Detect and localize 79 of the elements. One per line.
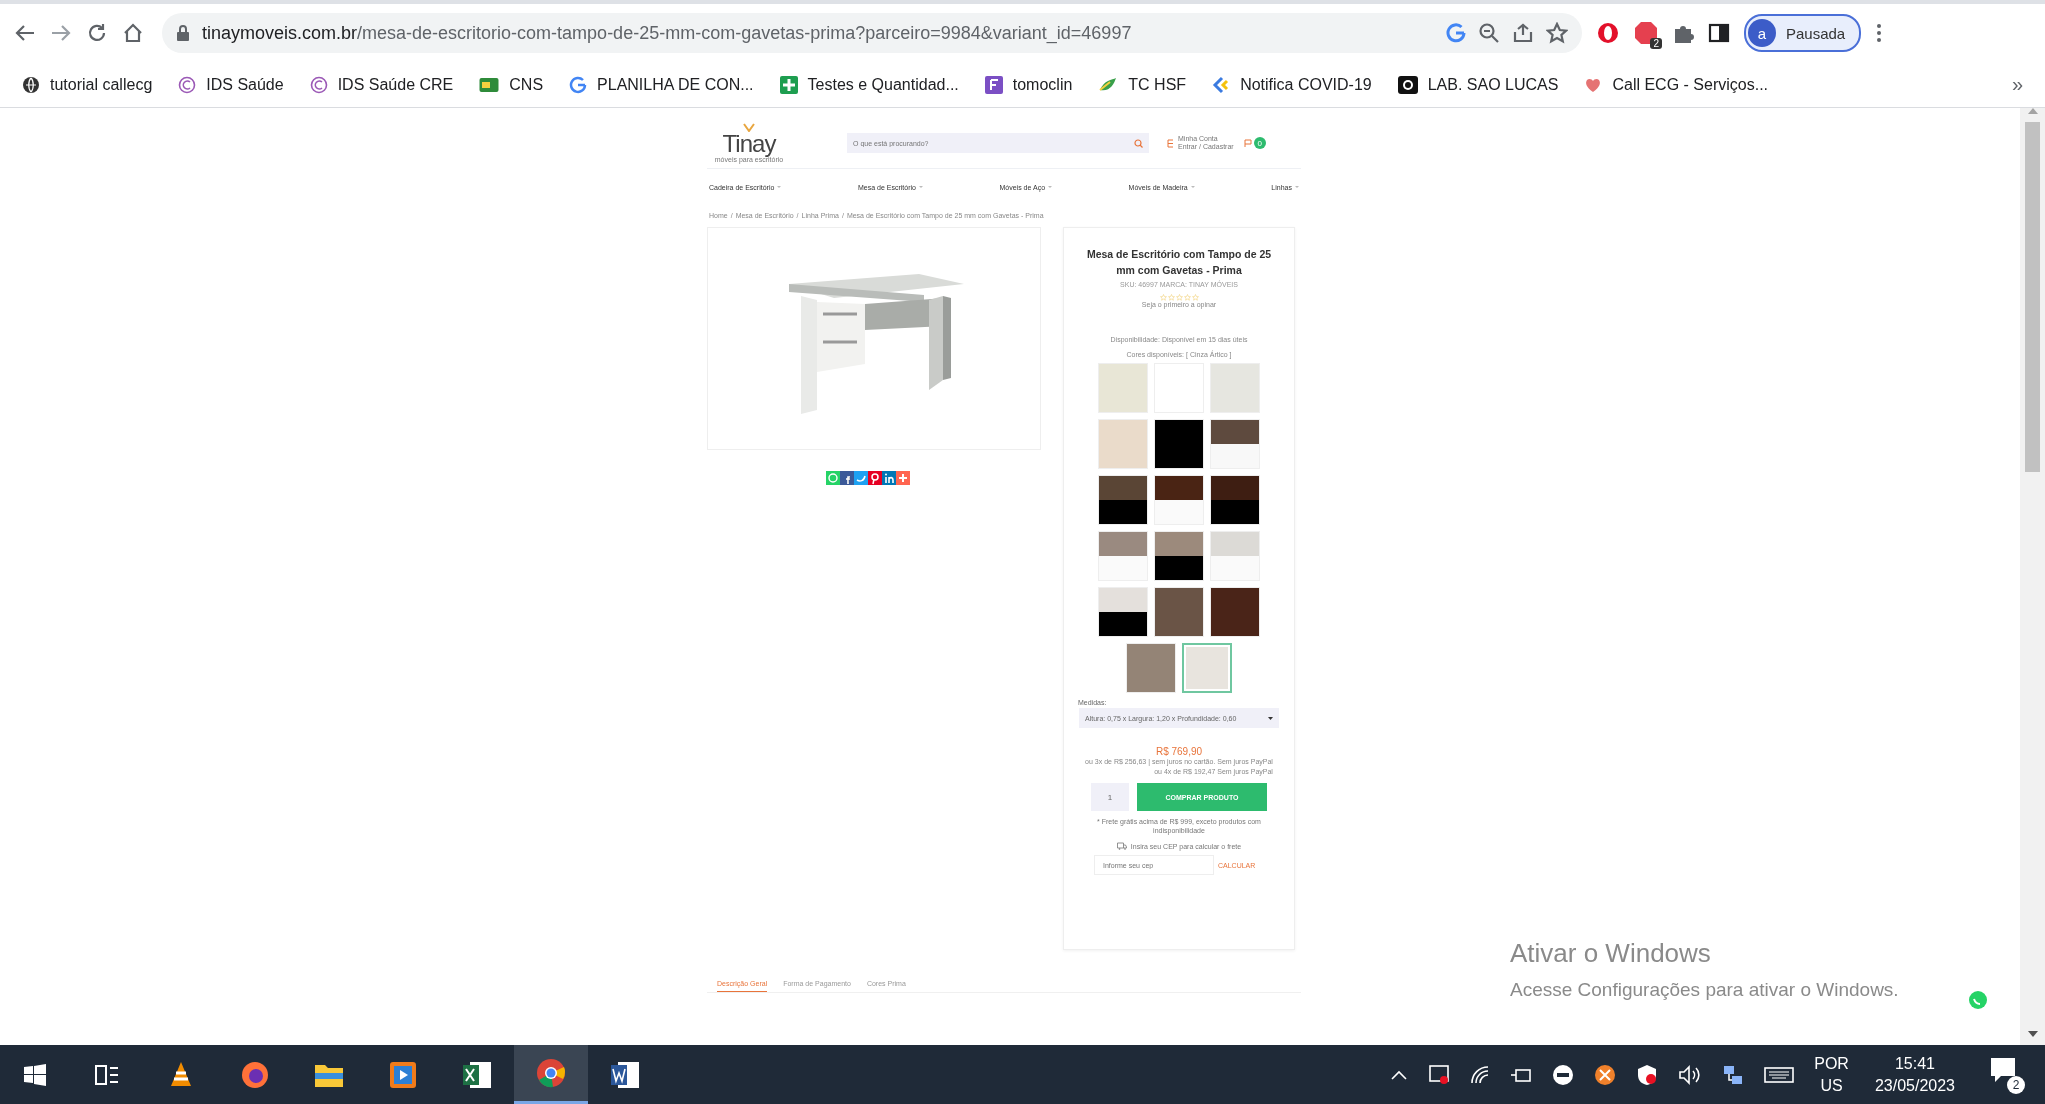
plus-icon[interactable] — [896, 471, 910, 485]
caret-icon — [1294, 186, 1299, 188]
chevron-up-icon[interactable] — [1390, 1068, 1409, 1081]
bookmark-link[interactable]: CNS — [479, 75, 544, 94]
language-indicator[interactable]: POR US — [1814, 1052, 1849, 1097]
bookmark-link[interactable]: Call ECG - Serviços... — [1584, 75, 1769, 94]
notifications-button[interactable]: 2 — [1989, 1055, 2025, 1094]
reload-icon[interactable] — [86, 22, 108, 44]
caret-icon — [1190, 186, 1195, 188]
linkedin-icon[interactable] — [882, 471, 896, 485]
screen-icon[interactable] — [1428, 1063, 1451, 1086]
caret-icon — [1268, 716, 1273, 720]
bookmark-link[interactable]: Testes e Quantidad... — [779, 75, 959, 94]
plus-icon — [779, 75, 798, 94]
pin-icon[interactable] — [868, 471, 882, 485]
globe-icon — [22, 75, 40, 94]
scrollbar[interactable] — [2020, 108, 2045, 1045]
bird-icon[interactable] — [854, 471, 868, 485]
bookmark-link[interactable]: tutorial callecg — [22, 75, 153, 94]
address-bar[interactable]: tinaymoveis.com.br/mesa-de-escritorio-com-tampo-de-25-mm-com-gavetas-prima?parceiro=9984&variant_id=46997 — [162, 13, 1582, 53]
leaf-icon — [1098, 75, 1119, 94]
bookmark-link[interactable]: TC HSF — [1098, 75, 1187, 94]
quantity-field[interactable]: 1 — [1091, 783, 1129, 811]
account-icon — [1167, 138, 1174, 148]
swirl-icon — [309, 75, 328, 94]
google-icon[interactable] — [1446, 23, 1466, 43]
product-title: Mesa de Escritório com Tampo de 25 mm com Gavetas - Prima — [1085, 247, 1273, 278]
facebook-icon[interactable] — [840, 471, 854, 485]
bookmark-link[interactable]: IDS Saúde — [178, 75, 284, 94]
extension-badge: 2 — [1650, 38, 1662, 49]
swirl-icon — [178, 75, 197, 94]
color-swatch[interactable] — [1182, 643, 1232, 693]
camera-icon — [1397, 75, 1418, 94]
square-icon — [984, 75, 1003, 94]
wifi-icon[interactable] — [1470, 1064, 1491, 1085]
scroll-down-icon[interactable] — [2027, 1031, 2038, 1037]
bookmark-link[interactable]: tomoclin — [984, 75, 1073, 94]
sidebar-icon[interactable] — [1708, 22, 1730, 44]
google-icon — [569, 75, 588, 94]
share-icon[interactable] — [1512, 22, 1534, 44]
opera-icon[interactable] — [1596, 21, 1620, 45]
bookmark-link[interactable]: LAB. SAO LUCAS — [1397, 75, 1559, 94]
activation-title: Ativar o Windows — [1510, 938, 1712, 969]
bookmark-link[interactable]: PLANILHA DE CON... — [569, 75, 754, 94]
x-circle-icon[interactable] — [1594, 1063, 1617, 1086]
menu-icon[interactable] — [1875, 22, 1884, 44]
document-icon[interactable] — [610, 1060, 640, 1089]
profile-button[interactable]: a Pausada — [1744, 14, 1862, 52]
bookmark-link[interactable]: Notifica COVID-19 — [1212, 75, 1372, 94]
task-view-icon[interactable] — [94, 1062, 120, 1087]
bookmark-link[interactable]: IDS Saúde CRE — [309, 75, 454, 94]
clock[interactable]: 15:41 23/05/2023 — [1874, 1052, 1955, 1097]
firefox-icon[interactable] — [241, 1060, 269, 1089]
logo-emblem-icon — [743, 123, 755, 132]
scroll-thumb[interactable] — [2025, 122, 2040, 472]
speaker-icon[interactable] — [1678, 1064, 1703, 1085]
spreadsheet-icon[interactable] — [462, 1060, 492, 1089]
star-icon[interactable] — [1546, 22, 1568, 44]
caret-icon — [918, 186, 923, 188]
zoom-icon[interactable] — [1478, 22, 1500, 44]
bookmarks-overflow-button[interactable]: » — [2011, 73, 2023, 96]
chevron-icon — [1212, 75, 1231, 94]
chrome-icon[interactable] — [536, 1058, 566, 1088]
caret-icon — [1048, 186, 1053, 188]
shield-icon[interactable] — [1636, 1063, 1659, 1086]
activation-text: Acesse Configurações para ativar o Windows. — [1510, 979, 1899, 1001]
caret-icon — [777, 186, 782, 188]
home-icon[interactable] — [122, 22, 144, 44]
media-player-icon[interactable] — [389, 1060, 417, 1089]
lock-icon — [176, 24, 190, 42]
truck-icon — [1116, 842, 1127, 850]
network-icon[interactable] — [1722, 1063, 1745, 1086]
keyboard-icon[interactable] — [1764, 1065, 1795, 1084]
card-icon — [479, 76, 500, 93]
adblock-icon[interactable] — [1634, 21, 1658, 45]
product-price: R$ 769,90 — [1155, 746, 1203, 757]
search-icon[interactable] — [1134, 138, 1143, 148]
traffic-cone-icon[interactable] — [168, 1060, 194, 1089]
windows-logo-icon[interactable] — [24, 1063, 46, 1086]
